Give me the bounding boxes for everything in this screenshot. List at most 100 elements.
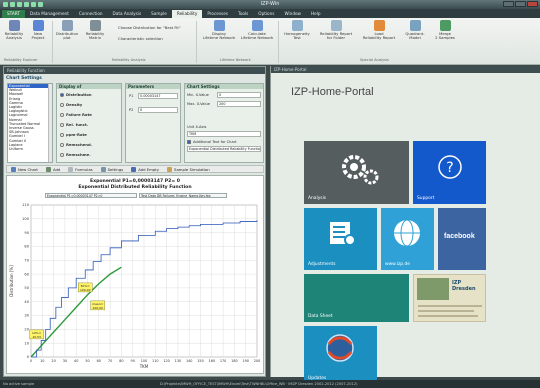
panel-heading: Chart Settings <box>185 84 263 89</box>
min-x-input[interactable]: 0 <box>217 92 261 98</box>
tile-data-sheet[interactable]: Data Sheet <box>304 274 409 322</box>
sample-simulation-button[interactable]: Sample Simulation <box>163 166 214 173</box>
tile-text-line <box>418 315 478 317</box>
tab-options[interactable]: Options <box>253 10 279 18</box>
option-density[interactable]: Density <box>60 102 82 107</box>
tab-window[interactable]: Window <box>279 10 306 18</box>
calculate-lifetime-network-button[interactable]: Calculate Lifetime Network <box>240 20 274 41</box>
minimize-button[interactable] <box>503 1 514 7</box>
radio-button[interactable] <box>60 112 64 117</box>
series-select-2[interactable]: Test Data DB Failures_Engine_Name-Key.fe… <box>139 193 227 198</box>
tile-adjustments[interactable]: Adjustments <box>304 208 377 270</box>
tile-label: www.izp.de <box>385 262 410 267</box>
quadrant-model-button[interactable]: Quadrant- Model <box>402 20 428 41</box>
reliability-analysis-button[interactable]: Reliability Analysis <box>3 20 25 41</box>
radio-button[interactable] <box>60 142 64 147</box>
load-reliability-report-button[interactable]: Load Reliability Report <box>360 20 398 41</box>
quadrant-icon <box>409 20 421 31</box>
y-tick-label: 50 <box>24 286 29 290</box>
tile-label: Data Sheet <box>308 314 333 319</box>
p1-input[interactable]: 0.00003147 <box>138 93 178 99</box>
choose-distribution-button[interactable]: Choose Distribution for "Best Fit" <box>118 25 188 30</box>
homogeneity-test-button[interactable]: Homogeneity Test <box>282 20 312 41</box>
p2-input[interactable]: 0 <box>138 107 178 113</box>
p1-label: P1 <box>129 94 134 98</box>
window-title: IZP-Win <box>260 1 280 7</box>
new-project-button[interactable]: New Project <box>27 20 49 41</box>
tab-data-management[interactable]: Data Management <box>25 10 74 18</box>
radio-button[interactable] <box>60 152 64 157</box>
option-remschend[interactable]: Remschend. <box>60 142 92 147</box>
x-tick-label: 160 <box>209 359 215 363</box>
option-distribution[interactable]: Distribution <box>60 92 92 97</box>
additional-text-checkbox[interactable]: Additional Text for Chart <box>187 140 237 144</box>
status-bar: No active sample D:\Projekte\IMWH_OFFICE… <box>0 380 540 388</box>
reliability-matrix-button[interactable]: Reliability Matrix <box>80 20 110 41</box>
tile-facebook[interactable]: facebook <box>438 208 486 270</box>
list-item[interactable]: Uniform <box>8 147 52 151</box>
radio-button[interactable] <box>60 102 64 107</box>
chart-title: Exponential P1=0,00003147 P2= 0 <box>90 179 180 184</box>
ribbon-separator <box>278 21 279 63</box>
display-lifetime-network-button[interactable]: Display Lifetime Network <box>202 20 236 41</box>
checkbox[interactable] <box>187 140 191 144</box>
x-tick-label: 150 <box>197 359 203 363</box>
tab-connection[interactable]: Connection <box>74 10 108 18</box>
tab-start[interactable]: START <box>2 10 25 18</box>
settings-button[interactable]: Settings <box>97 166 128 173</box>
tab-sample[interactable]: Sample <box>146 10 172 18</box>
new-chart-button[interactable]: New Chart <box>7 166 42 173</box>
radio-button[interactable] <box>60 122 64 127</box>
formulas-button[interactable]: Formulas <box>64 166 96 173</box>
distribution-plot-button[interactable]: Distribution plot <box>55 20 79 41</box>
homogeneity-icon <box>291 20 303 31</box>
additional-text-input[interactable]: Exponential Distributed Reliability Func… <box>187 146 261 152</box>
add-button[interactable]: Add <box>42 166 64 173</box>
tile-updates[interactable]: Updates <box>304 326 377 384</box>
pane-title: Reliability Function <box>4 67 265 74</box>
add-empty-button[interactable]: Add Empty <box>127 166 163 173</box>
group-label: Reliability Analysis <box>112 58 146 62</box>
group-label: Reliability Explorer <box>4 58 38 62</box>
radio-button[interactable] <box>60 92 64 97</box>
close-button[interactable] <box>527 1 538 7</box>
ribbon-tabs: START Data Management Connection Data An… <box>0 9 540 18</box>
maximize-button[interactable] <box>515 1 526 7</box>
tab-help[interactable]: Help <box>306 10 326 18</box>
option-ppm-rate[interactable]: ppm-Rate <box>60 132 87 137</box>
add-icon <box>45 166 51 172</box>
tab-processes[interactable]: Processes <box>202 10 233 18</box>
tab-reliability[interactable]: Reliability <box>171 10 203 18</box>
max-x-input[interactable]: 200 <box>217 101 261 107</box>
distribution-list[interactable]: Exponential Weibull Maxwell Erlang Gamma… <box>7 83 53 163</box>
tile-analysis[interactable]: Analysis <box>304 141 409 204</box>
option-rel-funct[interactable]: Rel. funct. <box>60 122 88 127</box>
merge-samples-button[interactable]: Merge 2 Samples <box>432 20 458 41</box>
globe-icon <box>394 219 420 247</box>
x-tick-label: 50 <box>85 359 89 363</box>
reliability-report-folder-button[interactable]: Reliability Report for Folder <box>316 20 356 41</box>
tile-support[interactable]: ? Support <box>413 141 486 204</box>
tile-website[interactable]: www.izp.de <box>381 208 434 270</box>
y-tick-label: 10 <box>24 341 29 345</box>
x-tick-label: 140 <box>186 359 192 363</box>
tab-data-analysis[interactable]: Data Analysis <box>108 10 147 18</box>
y-tick-label: 70 <box>24 258 29 262</box>
option-failure-rate[interactable]: Failure Rate <box>60 112 92 117</box>
annotation-label: 100,00 <box>92 306 103 310</box>
tile-izp-dresden[interactable]: IZP Dresden <box>413 274 486 322</box>
chart-toolbar: New Chart Add Formulas Settings Add Empt… <box>6 165 264 173</box>
facebook-logo: facebook <box>444 233 475 240</box>
unit-x-input[interactable]: TKM <box>187 131 261 137</box>
radio-button[interactable] <box>60 132 64 137</box>
tile-text-line <box>418 305 482 307</box>
title-bar: IZP-Win <box>0 0 540 9</box>
x-tick-label: 0 <box>30 359 32 363</box>
option-remschme[interactable]: Remschme. <box>60 152 91 157</box>
list-scrollbar[interactable] <box>48 84 52 162</box>
annotation-label: 100,00 <box>80 288 91 292</box>
series-select-1[interactable]: Exponential P1=0,00003147 P2=0 <box>45 193 137 198</box>
tab-tools[interactable]: Tools <box>233 10 253 18</box>
chart-settings-panel: Chart Settings Min. X-Value 0 Max. X-Val… <box>184 83 264 163</box>
characteristic-selection-button[interactable]: Characteristic selection <box>118 36 188 41</box>
